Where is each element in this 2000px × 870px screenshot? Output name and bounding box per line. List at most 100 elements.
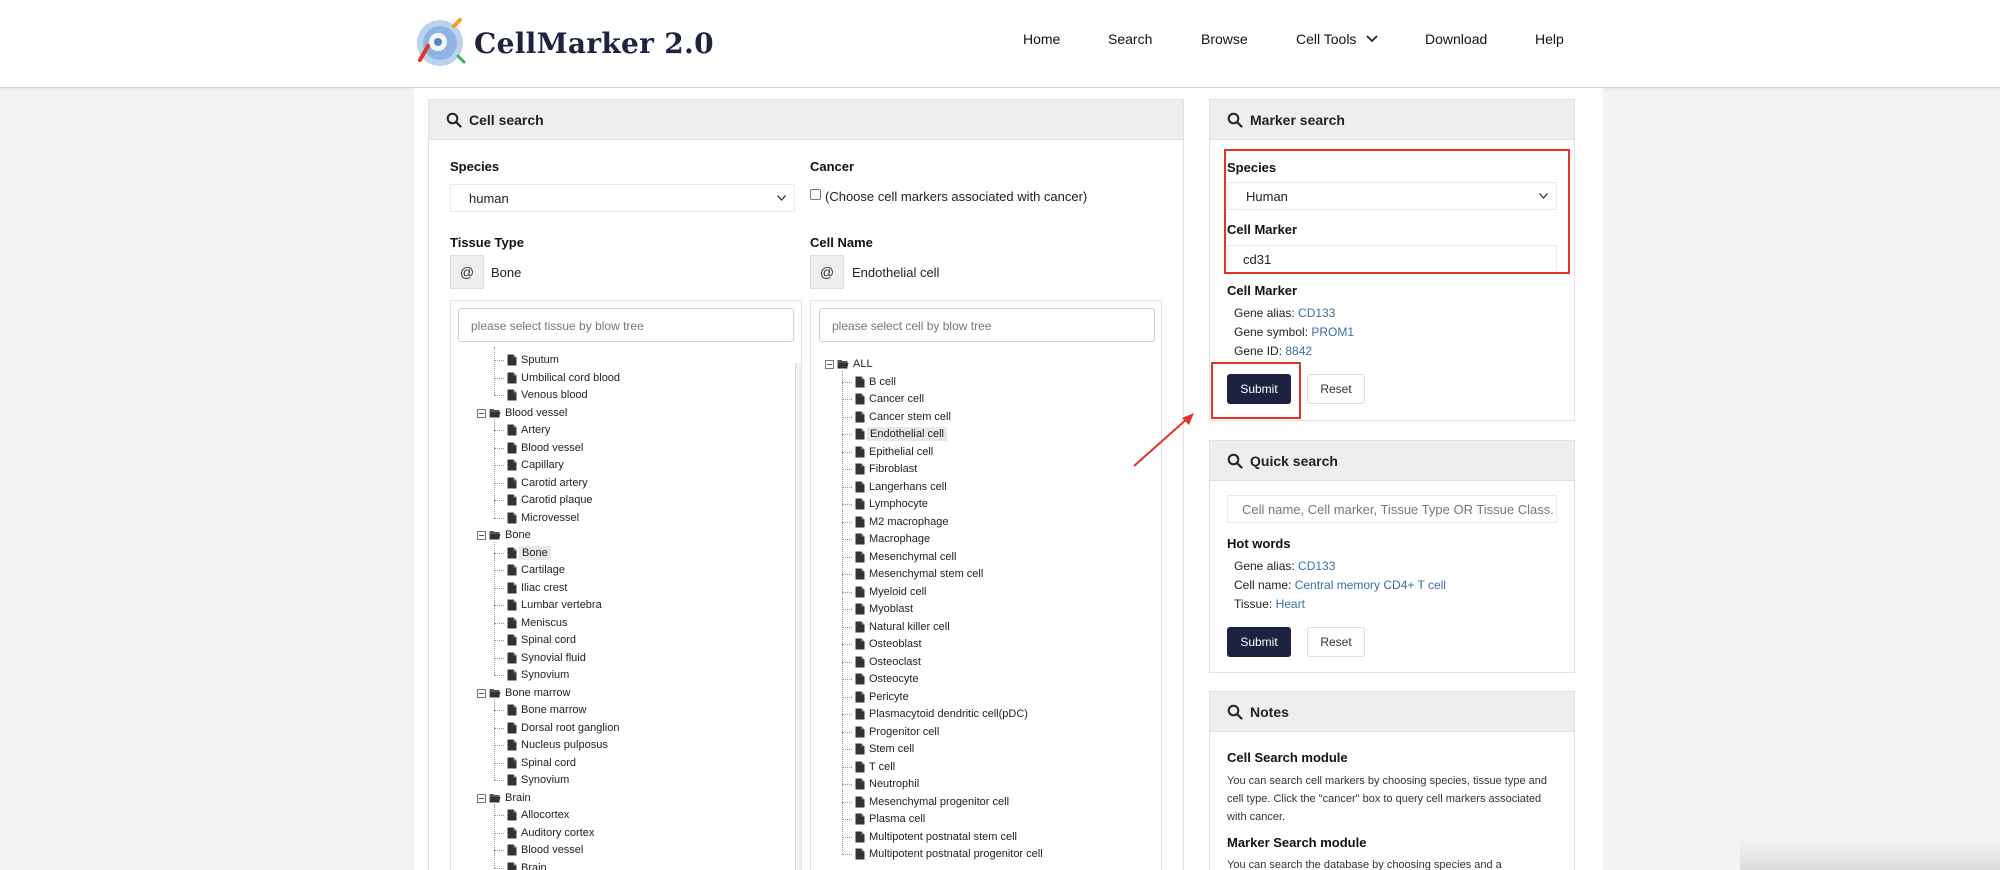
nav-help[interactable]: Help (1535, 31, 1564, 47)
species-select[interactable]: human (450, 184, 795, 212)
tree-connector (842, 749, 852, 750)
highlight-box-marker-inputs (1224, 149, 1570, 274)
tree-connector (494, 727, 504, 729)
tree-connector (494, 360, 504, 361)
nav-browse[interactable]: Browse (1201, 31, 1248, 47)
tissue-tree-node-label: Brain (505, 791, 531, 804)
file-icon (507, 844, 517, 856)
gene-symbol-link[interactable]: PROM1 (1311, 325, 1354, 339)
tree-collapse-toggle[interactable] (477, 408, 486, 418)
tissue-tree-node-label: Synovium (521, 774, 570, 786)
hot-cell-name: Cell name: Central memory CD4+ T cell (1234, 578, 1446, 592)
cell-tree-node-label: Myoblast (869, 603, 914, 615)
hot-cell-name-link[interactable]: Central memory CD4+ T cell (1295, 578, 1446, 592)
tree-connector (842, 451, 852, 453)
file-icon (507, 757, 517, 768)
tree-connector (842, 574, 852, 575)
tree-collapse-toggle[interactable] (477, 531, 486, 540)
tree-collapse-toggle[interactable] (825, 360, 834, 369)
file-icon (507, 669, 517, 681)
file-icon (855, 673, 865, 685)
gene-alias-link[interactable]: CD133 (1298, 306, 1335, 320)
tree-connector (494, 465, 504, 466)
tissue-tree-node-label: Spinal cord (521, 756, 577, 769)
cellmarker-logo-icon[interactable] (414, 16, 466, 68)
highlight-box-submit (1211, 362, 1301, 419)
tissue-tree-node-label: Bone marrow (505, 686, 571, 699)
file-icon (507, 354, 517, 366)
tree-connector (494, 447, 504, 449)
hot-gene-alias-link[interactable]: CD133 (1298, 559, 1335, 573)
tree-connector (494, 605, 504, 606)
cancer-checkbox[interactable] (810, 189, 821, 200)
tree-connector (842, 644, 852, 645)
tissue-tree-node-label: Allocortex (521, 809, 570, 821)
file-icon (855, 813, 865, 825)
quick-search-input[interactable]: Cell name, Cell marker, Tissue Type OR T… (1227, 495, 1557, 523)
species-select-value: human (469, 191, 509, 206)
file-icon (507, 459, 517, 471)
file-icon (507, 424, 517, 436)
notes-panel: Notes Cell Search module You can search … (1209, 691, 1575, 870)
file-icon (855, 638, 865, 650)
cell-tree-filter-input[interactable]: please select cell by blow tree (819, 308, 1155, 342)
tissue-tree-node-label: Spinal cord (521, 634, 577, 646)
nav-search[interactable]: Search (1108, 31, 1152, 47)
file-icon (855, 516, 865, 527)
nav-home[interactable]: Home (1023, 31, 1060, 47)
tree-guide-line (494, 419, 495, 518)
hot-tissue-link[interactable]: Heart (1276, 597, 1305, 611)
file-icon (507, 372, 517, 383)
file-icon (855, 376, 865, 387)
quick-reset-button[interactable]: Reset (1307, 627, 1365, 657)
tree-connector (842, 731, 852, 733)
site-title[interactable]: CellMarker 2.0 (474, 27, 714, 60)
tissue-tree-node-label: Lumbar vertebra (521, 599, 602, 611)
tissue-tree-box: please select tissue by blow tree Sputum… (450, 300, 802, 870)
tissue-tree-node-label: Artery (521, 424, 551, 436)
quick-search-title: Quick search (1250, 453, 1338, 469)
nav-cell-tools[interactable]: Cell Tools (1296, 31, 1378, 47)
quick-search-header: Quick search (1210, 441, 1574, 481)
tree-guide-line (494, 541, 495, 675)
tissue-tree-filter-input[interactable]: please select tissue by blow tree (458, 308, 794, 342)
file-icon (507, 442, 517, 453)
species-label: Species (450, 159, 500, 174)
cell-tree-node-label: Langerhans cell (869, 480, 947, 493)
tissue-tree-node-label: Bone marrow (521, 704, 587, 716)
file-icon (507, 634, 517, 646)
gene-id-label: Gene ID: (1234, 344, 1283, 358)
file-icon (855, 603, 865, 615)
tissue-tree-node-label: Synovial fluid (521, 651, 586, 664)
tree-connector (842, 836, 852, 838)
cell-tree-node-label: Macrophage (869, 533, 931, 545)
tissue-tree-node-label: Capillary (521, 459, 564, 471)
gene-id-link[interactable]: 8842 (1285, 344, 1312, 358)
file-icon (507, 827, 517, 838)
cell-name-value[interactable]: Endothelial cell (852, 265, 939, 280)
quick-submit-button[interactable]: Submit (1227, 627, 1291, 657)
tree-guide-line (494, 804, 495, 868)
tissue-type-value[interactable]: Bone (491, 265, 521, 280)
tree-collapse-toggle[interactable] (477, 688, 486, 698)
nav-download[interactable]: Download (1425, 31, 1487, 47)
tissue-tree-scrollbar[interactable] (795, 363, 801, 870)
folder-open-icon (489, 408, 501, 417)
marker-search-title: Marker search (1250, 112, 1345, 128)
file-icon (855, 726, 865, 737)
tissue-tree-node-label: Brain (521, 861, 547, 870)
file-icon (507, 582, 517, 593)
search-icon (446, 112, 462, 128)
gene-alias-label: Gene alias: (1234, 306, 1295, 320)
nav-cell-tools-label: Cell Tools (1296, 31, 1357, 47)
tree-connector (842, 591, 852, 593)
tree-connector (494, 622, 504, 624)
tree-connector (494, 482, 504, 484)
marker-reset-button[interactable]: Reset (1307, 374, 1365, 404)
tissue-tree-node-label: Iliac crest (521, 581, 568, 594)
gene-symbol-label: Gene symbol: (1234, 325, 1309, 339)
cell-tree-node-label: T cell (869, 760, 896, 773)
tree-collapse-toggle[interactable] (477, 793, 486, 803)
file-icon (507, 494, 517, 506)
folder-open-icon (837, 360, 849, 369)
